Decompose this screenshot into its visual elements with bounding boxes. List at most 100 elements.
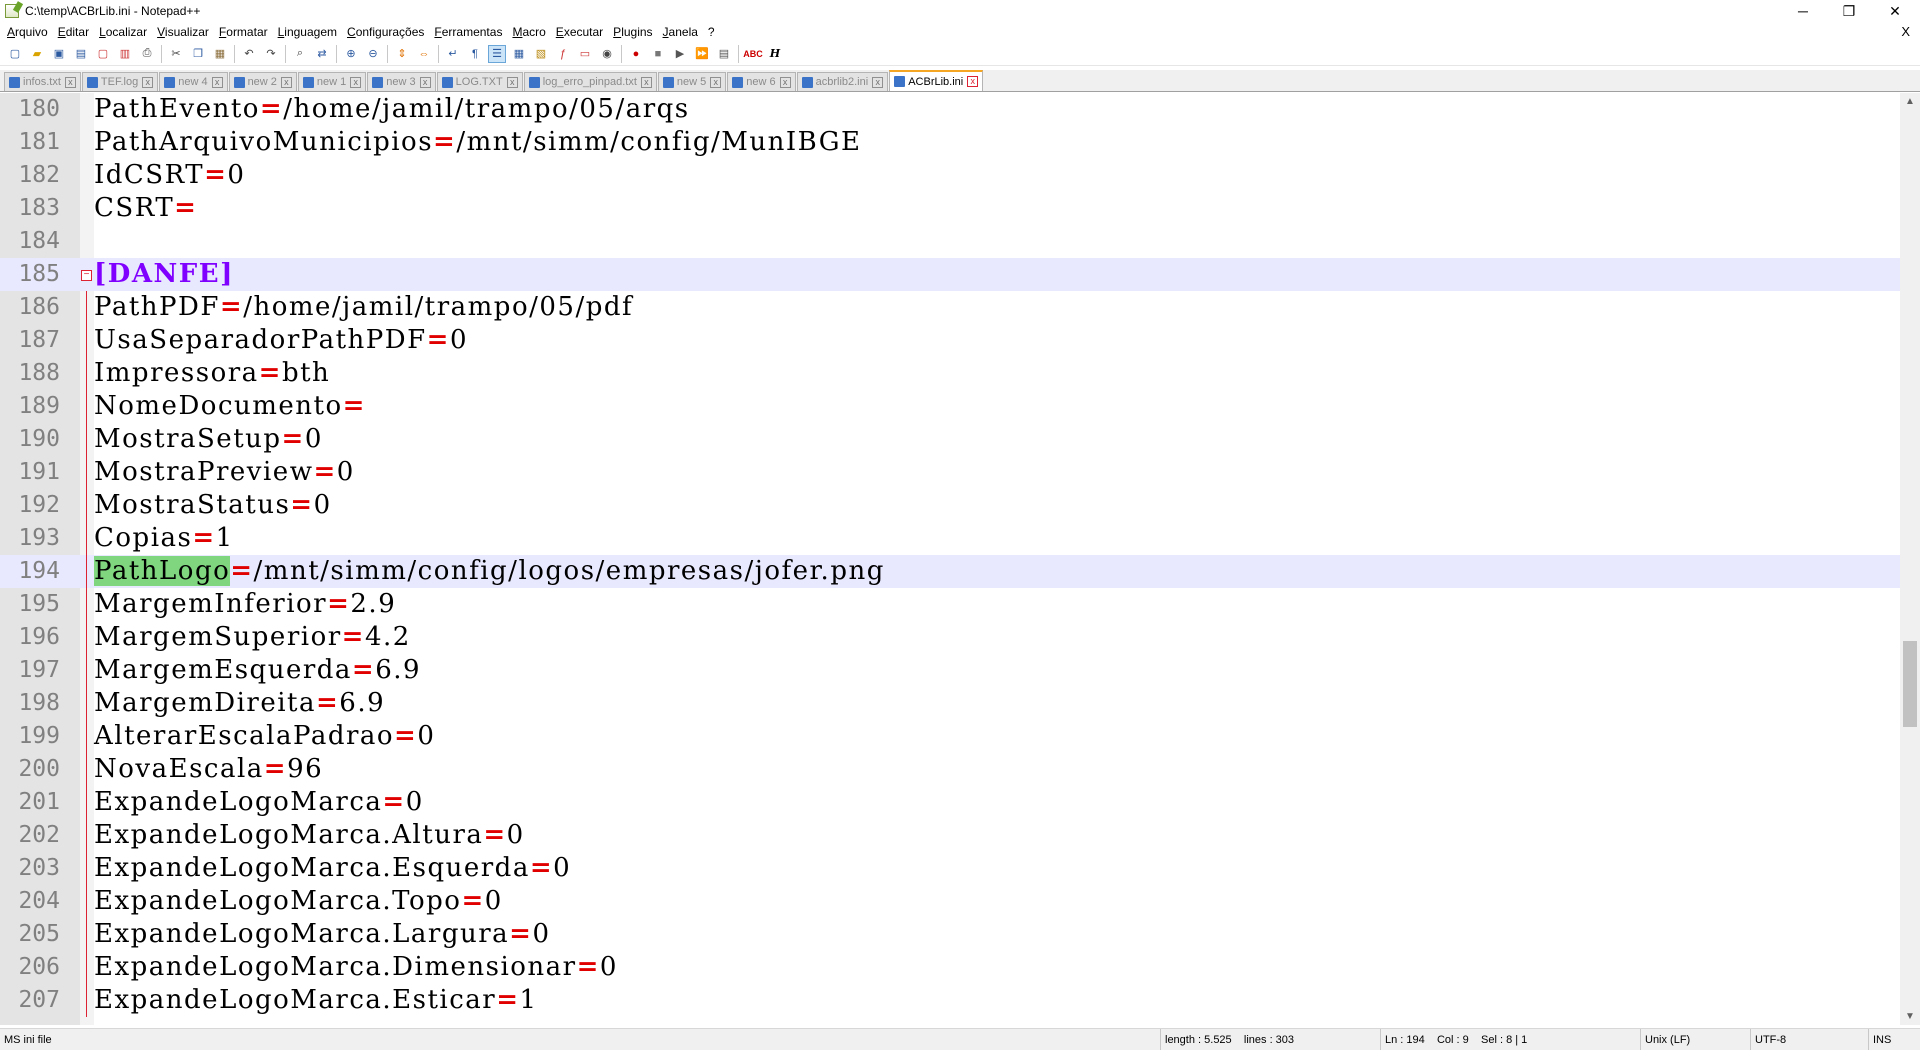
code-line[interactable]: 198 MargemDireita=6.9 — [0, 687, 1900, 720]
tab-acbrlib2-ini[interactable]: acbrlib2.ini x — [796, 72, 889, 91]
find-icon[interactable]: ⌕ — [291, 45, 309, 63]
code-line[interactable]: 188 Impressora=bth — [0, 357, 1900, 390]
open-icon[interactable]: ▰ — [28, 45, 46, 63]
doc-map-icon[interactable]: ▧ — [532, 45, 550, 63]
code-line[interactable]: 192 MostraStatus=0 — [0, 489, 1900, 522]
tab-close-icon[interactable]: x — [872, 76, 884, 88]
menu-localizar[interactable]: Localizar — [95, 25, 153, 39]
code-line[interactable]: 187 UsaSeparadorPathPDF=0 — [0, 324, 1900, 357]
code-line[interactable]: 191 MostraPreview=0 — [0, 456, 1900, 489]
stop-macro-icon[interactable]: ■ — [649, 45, 667, 63]
tab-close-icon[interactable]: x — [967, 76, 979, 87]
fold-collapse-icon[interactable]: − — [81, 270, 92, 281]
sync-vertical-icon[interactable]: ⇕ — [393, 45, 411, 63]
play-macro-icon[interactable]: ▶ — [671, 45, 689, 63]
code-line[interactable]: 181 PathArquivoMunicipios=/mnt/simm/confi… — [0, 126, 1900, 159]
tab-infos-txt[interactable]: infos.txt x — [4, 72, 81, 91]
close-document-button[interactable]: X — [1901, 24, 1910, 39]
code-line[interactable]: 200 NovaEscala=96 — [0, 753, 1900, 786]
tab-log-erro-pinpad-txt[interactable]: log_erro_pinpad.txt x — [523, 72, 657, 91]
menu-linguagem[interactable]: Linguagem — [274, 25, 343, 39]
status-eol-format[interactable]: Unix (LF) — [1640, 1029, 1690, 1050]
menu-visualizar[interactable]: Visualizar — [153, 25, 215, 39]
maximize-button[interactable]: ❐ — [1826, 0, 1872, 22]
menu-help[interactable]: ? — [704, 25, 721, 39]
tab-close-icon[interactable]: x — [710, 76, 722, 88]
menu-ferramentas[interactable]: Ferramentas — [430, 25, 508, 39]
tab-close-icon[interactable]: x — [779, 76, 791, 88]
code-line[interactable]: 196 MargemSuperior=4.2 — [0, 621, 1900, 654]
code-line[interactable]: 207 ExpandeLogoMarca.Esticar=1 — [0, 984, 1900, 1017]
tab-tef-log[interactable]: TEF.log x — [81, 72, 159, 91]
vertical-scrollbar[interactable]: ▲ ▼ — [1900, 93, 1920, 1025]
folder-workspace-icon[interactable]: ▭ — [576, 45, 594, 63]
code-line[interactable]: 204 ExpandeLogoMarca.Topo=0 — [0, 885, 1900, 918]
sync-horizontal-icon[interactable]: ⇔ — [415, 45, 433, 63]
code-line[interactable]: 206 ExpandeLogoMarca.Dimensionar=0 — [0, 951, 1900, 984]
all-chars-icon[interactable]: ¶ — [466, 45, 484, 63]
code-line[interactable]: 205 ExpandeLogoMarca.Largura=0 — [0, 918, 1900, 951]
tab-close-icon[interactable]: x — [350, 76, 362, 88]
tab-new-1[interactable]: new 1x — [297, 72, 367, 91]
menu-editar[interactable]: Editar — [54, 25, 95, 39]
run-macro-multiple-icon[interactable]: ⏩ — [693, 45, 711, 63]
code-line[interactable]: 180 PathEvento=/home/jamil/trampo/05/arqs — [0, 93, 1900, 126]
function-list-icon[interactable]: ƒ — [554, 45, 572, 63]
undo-icon[interactable]: ↶ — [240, 45, 258, 63]
record-macro-icon[interactable]: ● — [627, 45, 645, 63]
tab-new-5[interactable]: new 5x — [657, 72, 727, 91]
tab-close-icon[interactable]: x — [280, 76, 292, 88]
menu-janela[interactable]: Janela — [659, 25, 704, 39]
code-line[interactable]: 202 ExpandeLogoMarca.Altura=0 — [0, 819, 1900, 852]
tab-new-3[interactable]: new 3x — [367, 72, 436, 91]
menu-executar[interactable]: Executar — [552, 25, 609, 39]
tab-close-icon[interactable]: x — [64, 76, 76, 88]
code-line[interactable]: 203 ExpandeLogoMarca.Esquerda=0 — [0, 852, 1900, 885]
zoom-in-icon[interactable]: ⊕ — [342, 45, 360, 63]
code-line[interactable]: 185 − [DANFE] — [0, 258, 1900, 291]
save-icon[interactable]: ▣ — [50, 45, 68, 63]
print-icon[interactable]: ⎙ — [138, 45, 156, 63]
redo-icon[interactable]: ↷ — [262, 45, 280, 63]
save-all-icon[interactable]: ▤ — [72, 45, 90, 63]
code-line[interactable]: 193 Copias=1 — [0, 522, 1900, 555]
code-line[interactable]: 189 NomeDocumento= — [0, 390, 1900, 423]
code-line[interactable]: 186 PathPDF=/home/jamil/trampo/05/pdf — [0, 291, 1900, 324]
new-file-icon[interactable]: ▢ — [6, 45, 24, 63]
scroll-thumb[interactable] — [1903, 641, 1917, 727]
scroll-down-arrow-icon[interactable]: ▼ — [1900, 1008, 1920, 1025]
tab-new-2[interactable]: new 2x — [228, 72, 297, 91]
close-icon[interactable]: ▢ — [94, 45, 112, 63]
code-line[interactable]: 199 AlterarEscalaPadrao=0 — [0, 720, 1900, 753]
copy-icon[interactable]: ❐ — [189, 45, 207, 63]
close-all-icon[interactable]: ▥ — [116, 45, 134, 63]
menu-macro[interactable]: Macro — [508, 25, 551, 39]
code-line[interactable]: 194 PathLogo=/mnt/simm/config/logos/empre… — [0, 555, 1900, 588]
indent-guide-icon[interactable]: ☰ — [488, 44, 506, 63]
tab-log-txt[interactable]: LOG.TXT x — [436, 72, 523, 91]
editor-area[interactable]: 180 PathEvento=/home/jamil/trampo/05/arqs… — [0, 93, 1920, 1025]
menu-formatar[interactable]: Formatar — [215, 25, 274, 39]
word-wrap-icon[interactable]: ↵ — [444, 45, 462, 63]
code-line[interactable]: 182 IdCSRT=0 — [0, 159, 1900, 192]
tab-close-icon[interactable]: x — [211, 76, 223, 88]
code-line[interactable]: 195 MargemInferior=2.9 — [0, 588, 1900, 621]
tab-acbrlib-ini[interactable]: ACBrLib.ini x — [889, 70, 984, 91]
paste-icon[interactable]: ▦ — [211, 45, 229, 63]
tab-close-icon[interactable]: x — [419, 76, 431, 88]
html-tag-icon[interactable]: H — [766, 45, 784, 63]
tab-close-icon[interactable]: x — [142, 76, 154, 88]
menu-plugins[interactable]: Plugins — [609, 25, 658, 39]
code-line[interactable]: 184 — [0, 225, 1900, 258]
tab-new-6[interactable]: new 6x — [727, 72, 796, 91]
cut-icon[interactable]: ✂ — [167, 45, 185, 63]
code-line[interactable]: 183 CSRT= — [0, 192, 1900, 225]
tab-close-icon[interactable]: x — [640, 76, 652, 88]
code-line[interactable]: 197 MargemEsquerda=6.9 — [0, 654, 1900, 687]
tab-close-icon[interactable]: x — [506, 76, 518, 88]
menu-arquivo[interactable]: Arquivo — [3, 25, 54, 39]
replace-icon[interactable]: ⇄ — [313, 45, 331, 63]
code-line[interactable]: 190 MostraSetup=0 — [0, 423, 1900, 456]
spell-check-icon[interactable]: ABC — [743, 45, 763, 63]
code-line[interactable]: 201 ExpandeLogoMarca=0 — [0, 786, 1900, 819]
